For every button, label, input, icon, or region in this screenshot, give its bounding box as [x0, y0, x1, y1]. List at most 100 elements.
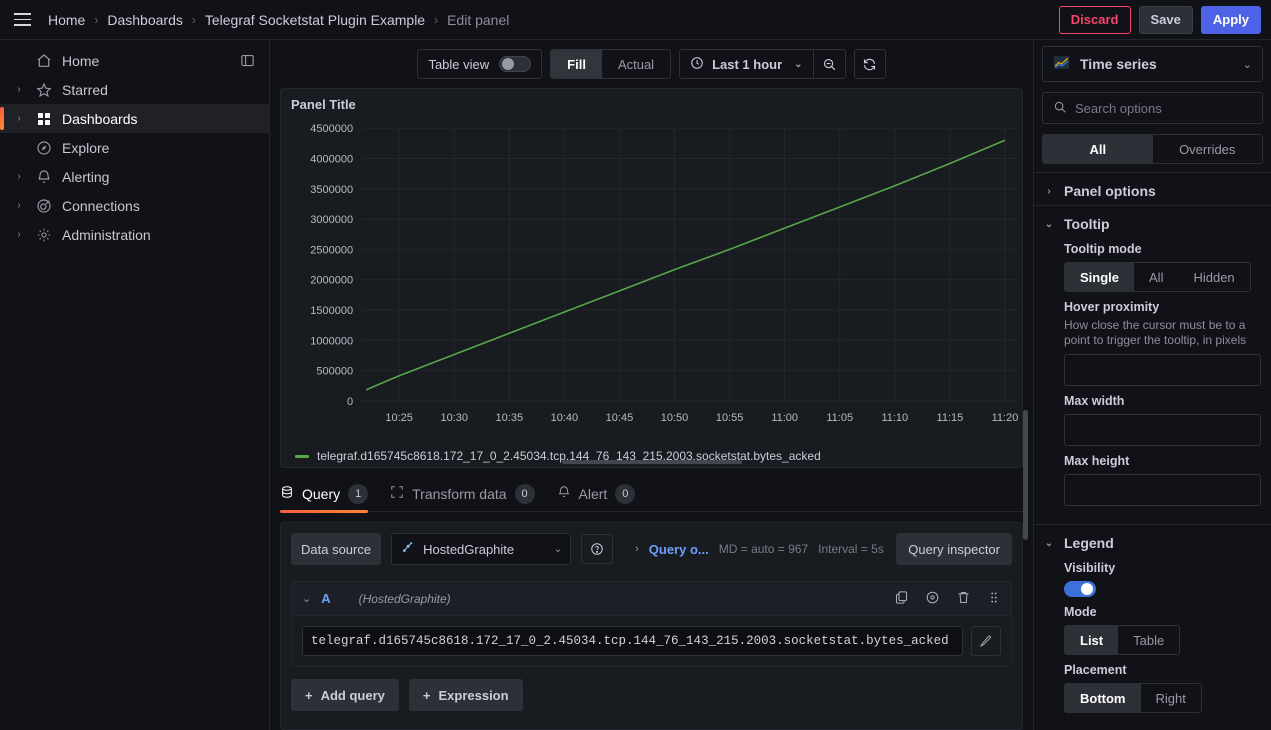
chevron-right-icon[interactable]: › [8, 229, 30, 240]
sidebar-item-starred[interactable]: › Starred [0, 75, 269, 104]
panel-title[interactable]: Panel Title [281, 89, 1022, 114]
svg-text:10:25: 10:25 [385, 412, 413, 424]
legend-mode-label: Mode [1064, 605, 1097, 619]
options-tab-all[interactable]: All [1043, 135, 1153, 163]
tab-query-count: 1 [348, 483, 369, 504]
interval-info: Interval = 5s [818, 542, 884, 556]
hide-eye-icon[interactable] [925, 590, 940, 608]
breadcrumb-item-dashboards[interactable]: Dashboards [105, 10, 185, 30]
zoom-out-icon[interactable] [812, 50, 845, 78]
actual-option[interactable]: Actual [602, 50, 670, 78]
sidebar-item-connections[interactable]: › Connections [0, 191, 269, 220]
tooltip-mode-all[interactable]: All [1134, 263, 1178, 291]
options-tab-overrides[interactable]: Overrides [1153, 135, 1263, 163]
section-legend-header[interactable]: ⌄ Legend [1042, 533, 1261, 553]
breadcrumb-item-home[interactable]: Home [46, 10, 87, 30]
legend-mode-table[interactable]: Table [1118, 626, 1179, 654]
max-height-label: Max height [1064, 454, 1130, 468]
datasource-picker[interactable]: HostedGraphite ⌄ [391, 533, 572, 565]
drag-handle-icon[interactable] [987, 590, 1001, 608]
query-options[interactable]: › Query o... MD = auto = 967 Interval = … [635, 542, 884, 557]
refresh-icon[interactable] [853, 49, 886, 79]
tab-alert-label: Alert [578, 485, 608, 502]
hover-proximity-label: Hover proximity [1064, 300, 1160, 314]
query-inspector-button[interactable]: Query inspector [896, 533, 1012, 565]
query-datasource-name: (HostedGraphite) [358, 591, 451, 606]
sidebar-item-administration[interactable]: › Administration [0, 220, 269, 249]
svg-text:500000: 500000 [316, 366, 353, 378]
chevron-down-icon[interactable]: ⌄ [302, 592, 311, 605]
add-expression-button[interactable]: + Expression [408, 679, 523, 711]
compass-icon [30, 140, 58, 156]
sidebar-item-dashboards[interactable]: › Dashboards [0, 104, 269, 133]
copy-icon[interactable] [894, 590, 909, 608]
table-view-switch[interactable] [499, 56, 532, 72]
dashboards-grid-icon [30, 111, 58, 127]
tab-transform-data[interactable]: Transform data 0 [390, 476, 535, 512]
query-options-label[interactable]: Query o... [649, 542, 709, 557]
tab-query[interactable]: Query 1 [280, 476, 369, 513]
field-legend-mode: Mode List Table [1042, 597, 1261, 655]
x-axis-labels: 10:25 10:30 10:35 10:40 10:45 10:50 10:5… [385, 412, 1018, 424]
discard-button[interactable]: Discard [1058, 5, 1131, 34]
section-panel-options-header[interactable]: › Panel options [1042, 181, 1261, 201]
search-options-input[interactable]: Search options [1042, 92, 1263, 124]
svg-text:11:05: 11:05 [826, 412, 853, 424]
legend-mode-list[interactable]: List [1065, 626, 1119, 654]
query-row-actions [894, 590, 1001, 608]
chevron-right-icon[interactable]: › [8, 113, 30, 124]
svg-text:2500000: 2500000 [310, 244, 353, 256]
query-refid-a[interactable]: A [321, 591, 330, 606]
query-expression-input[interactable]: telegraf.d165745c8618.172_17_0_2.45034.t… [302, 626, 963, 656]
time-range-picker[interactable]: Last 1 hour ⌄ [680, 50, 812, 78]
chevron-right-icon[interactable]: › [8, 200, 30, 211]
legend-placement-right[interactable]: Right [1141, 684, 1201, 712]
fill-option[interactable]: Fill [551, 50, 602, 78]
breadcrumb: Home › Dashboards › Telegraf Socketstat … [46, 10, 511, 30]
tab-transform-count: 0 [514, 483, 535, 504]
tooltip-mode-single[interactable]: Single [1065, 263, 1135, 291]
sidebar-item-explore[interactable]: Explore [0, 133, 269, 162]
center-vertical-scrollbar[interactable] [1023, 410, 1028, 540]
hover-proximity-input[interactable] [1064, 354, 1261, 386]
chevron-down-icon: ⌄ [1242, 58, 1252, 71]
breadcrumb-separator: › [434, 12, 439, 27]
save-button[interactable]: Save [1138, 5, 1193, 34]
apply-button[interactable]: Apply [1200, 5, 1261, 34]
scrollbar-thumb[interactable] [561, 460, 742, 464]
pencil-icon[interactable] [971, 626, 1001, 656]
sidebar-item-alerting[interactable]: › Alerting [0, 162, 269, 191]
trash-icon[interactable] [956, 590, 971, 608]
hover-proximity-description: How close the cursor must be to a point … [1064, 318, 1247, 347]
svg-text:1000000: 1000000 [310, 335, 353, 347]
chevron-right-icon[interactable]: › [8, 84, 30, 95]
visualization-picker[interactable]: Time series ⌄ [1042, 46, 1263, 82]
panel-and-query-column: Table view Fill Actual Last 1 hour ⌄ Pan… [270, 40, 1033, 730]
section-tooltip-header[interactable]: ⌄ Tooltip [1042, 214, 1261, 234]
sidebar-item-home[interactable]: Home [0, 46, 269, 75]
svg-text:10:35: 10:35 [496, 412, 524, 424]
max-height-input[interactable] [1064, 474, 1261, 506]
add-query-button[interactable]: + Add query [291, 679, 399, 711]
max-width-input[interactable] [1064, 414, 1261, 446]
panel-horizontal-scrollbar[interactable] [281, 457, 1022, 467]
breadcrumb-item-dashboard-name[interactable]: Telegraf Socketstat Plugin Example [203, 10, 427, 30]
legend-visibility-switch[interactable] [1064, 581, 1096, 597]
dock-menu-icon[interactable] [240, 53, 255, 68]
tab-alert-count: 0 [615, 483, 636, 504]
hamburger-menu-icon[interactable] [8, 6, 36, 34]
legend-placement-bottom[interactable]: Bottom [1065, 684, 1141, 712]
svg-text:11:10: 11:10 [881, 412, 908, 424]
app-body: Home › Starred › Dashboards Explore › Al… [0, 40, 1271, 730]
table-view-toggle[interactable]: Table view [417, 49, 543, 79]
help-circle-icon[interactable] [581, 534, 614, 564]
section-title: Legend [1064, 535, 1114, 551]
options-sections: › Panel options ⌄ Tooltip Tooltip mode S… [1034, 172, 1271, 717]
chevron-right-icon[interactable]: › [8, 171, 30, 182]
sidebar-item-label: Dashboards [62, 110, 138, 127]
svg-text:2000000: 2000000 [310, 275, 353, 287]
tooltip-mode-hidden[interactable]: Hidden [1178, 263, 1249, 291]
time-series-plot[interactable]: 4500000 4000000 3500000 3000000 2500000 … [281, 114, 1022, 447]
tab-alert[interactable]: Alert 0 [557, 476, 636, 512]
tooltip-mode-segmented: Single All Hidden [1064, 262, 1251, 292]
